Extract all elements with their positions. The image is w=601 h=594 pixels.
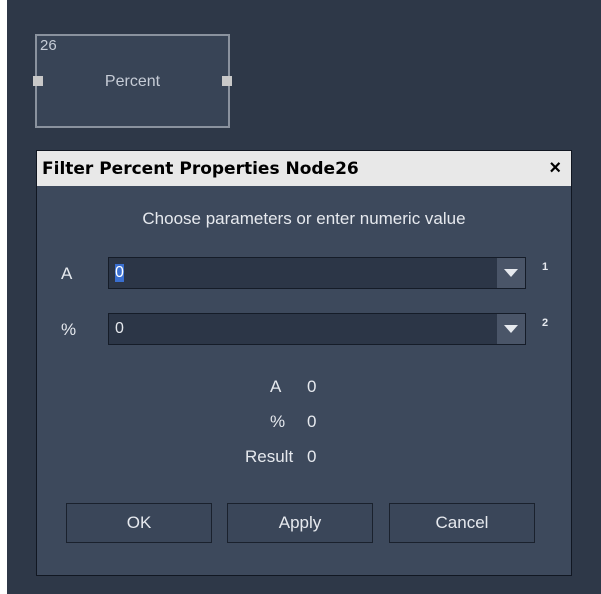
cancel-button[interactable]: Cancel bbox=[389, 503, 535, 543]
output-port[interactable] bbox=[222, 76, 232, 86]
param-percent-value[interactable]: 0 bbox=[115, 320, 124, 338]
param-percent-index: 2 bbox=[542, 317, 549, 329]
param-a-value[interactable]: 0 bbox=[115, 264, 124, 282]
summary-a-value: 0 bbox=[307, 377, 317, 396]
ok-button[interactable]: OK bbox=[66, 503, 212, 543]
param-a-index: 1 bbox=[542, 261, 549, 273]
instructions-text: Choose parameters or enter numeric value bbox=[142, 209, 466, 228]
dialog-titlebar[interactable]: Filter Percent Properties Node26 × bbox=[37, 151, 571, 186]
chevron-down-icon[interactable] bbox=[497, 258, 525, 288]
summary-percent-value: 0 bbox=[307, 412, 317, 431]
canvas: 26 Percent Filter Percent Properties Nod… bbox=[7, 0, 601, 594]
node-label: Percent bbox=[104, 73, 161, 90]
summary-result-value: 0 bbox=[307, 447, 317, 466]
param-percent-combo[interactable]: 0 bbox=[108, 313, 526, 345]
summary-result-label: Result bbox=[245, 447, 294, 466]
param-a-label: A bbox=[61, 264, 73, 283]
node-id: 26 bbox=[40, 37, 57, 54]
dialog-title: Filter Percent Properties Node26 bbox=[42, 159, 359, 179]
percent-node[interactable]: 26 Percent bbox=[33, 34, 232, 128]
param-percent-label: % bbox=[61, 320, 77, 339]
close-icon[interactable]: × bbox=[549, 157, 561, 180]
properties-dialog: Filter Percent Properties Node26 × Choos… bbox=[36, 150, 572, 576]
summary-a-label: A bbox=[270, 377, 282, 396]
chevron-down-icon[interactable] bbox=[497, 314, 525, 344]
summary-percent-label: % bbox=[270, 412, 286, 431]
apply-button[interactable]: Apply bbox=[227, 503, 373, 543]
param-a-combo[interactable]: 0 bbox=[108, 257, 526, 289]
